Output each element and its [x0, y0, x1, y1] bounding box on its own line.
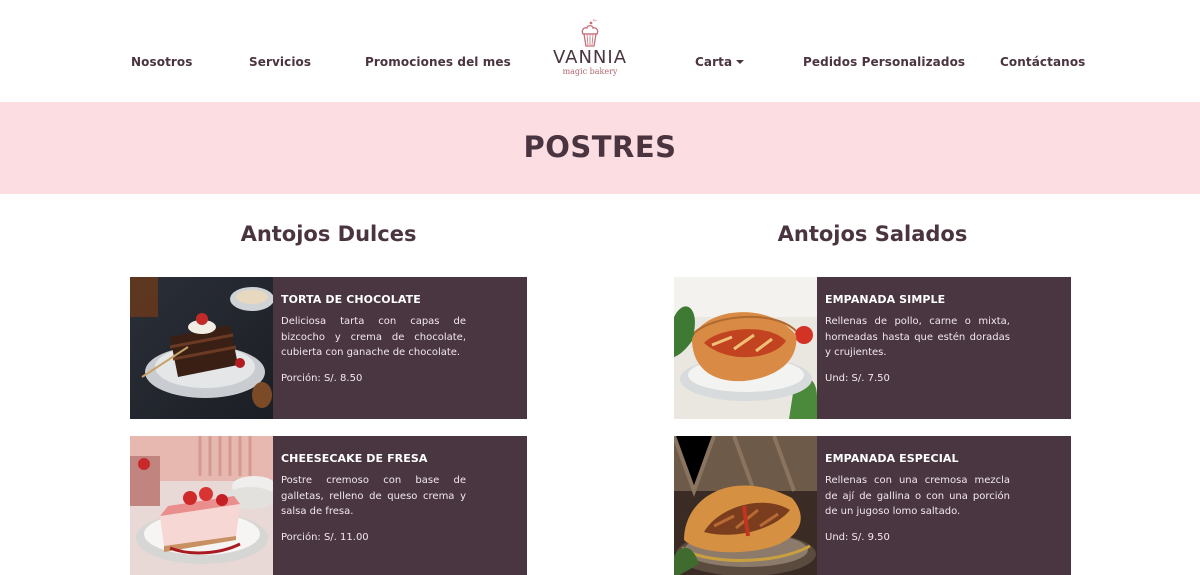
product-card[interactable]: CHEESECAKE DE FRESA Postre cremoso con b… — [130, 436, 527, 575]
card-price: Und: S/. 9.50 — [825, 531, 890, 543]
page-title: POSTRES — [523, 130, 677, 164]
card-description: Deliciosa tarta con capas de bizcocho y … — [281, 316, 466, 358]
card-description: Rellenas con una cremosa mezcla de ají d… — [825, 475, 1010, 517]
card-title: EMPANADA SIMPLE — [825, 293, 946, 306]
section-heading-dulces: Antojos Dulces — [240, 222, 417, 246]
nav-link-servicios[interactable]: Servicios — [249, 55, 311, 69]
nav-link-contactanos[interactable]: Contáctanos — [1000, 55, 1085, 69]
product-image — [130, 436, 273, 575]
card-description: Postre cremoso con base de galletas, rel… — [281, 475, 466, 517]
nav-link-nosotros[interactable]: Nosotros — [131, 55, 193, 69]
cupcake-icon — [581, 18, 599, 47]
card-title: EMPANADA ESPECIAL — [825, 452, 959, 465]
card-body: CHEESECAKE DE FRESA Postre cremoso con b… — [281, 452, 509, 543]
navbar: Nosotros Servicios Promociones del mes V… — [0, 0, 1200, 102]
card-body: TORTA DE CHOCOLATE Deliciosa tarta con c… — [281, 293, 509, 384]
card-price: Porción: S/. 11.00 — [281, 531, 369, 543]
logo-name: VANNIA — [552, 47, 628, 68]
card-price: Und: S/. 7.50 — [825, 372, 890, 384]
product-image — [674, 277, 817, 419]
product-card[interactable]: TORTA DE CHOCOLATE Deliciosa tarta con c… — [130, 277, 527, 419]
card-description: Rellenas de pollo, carne o mixta, hornea… — [825, 316, 1010, 358]
caret-down-icon — [736, 60, 745, 64]
product-card[interactable]: EMPANADA SIMPLE Rellenas de pollo, carne… — [674, 277, 1071, 419]
nav-link-carta-label: Carta — [695, 55, 733, 69]
nav-link-promociones[interactable]: Promociones del mes — [365, 55, 511, 69]
card-body: EMPANADA SIMPLE Rellenas de pollo, carne… — [825, 293, 1053, 384]
card-body: EMPANADA ESPECIAL Rellenas con una cremo… — [825, 452, 1053, 543]
product-image — [130, 277, 273, 419]
nav-link-pedidos[interactable]: Pedidos Personalizados — [803, 55, 965, 69]
brand-logo[interactable]: VANNIA magic bakery — [540, 18, 640, 84]
section-heading-salados: Antojos Salados — [777, 222, 968, 246]
card-price: Porción: S/. 8.50 — [281, 372, 363, 384]
page-banner: POSTRES — [0, 102, 1200, 194]
logo-tagline: magic bakery — [562, 67, 618, 76]
product-card[interactable]: EMPANADA ESPECIAL Rellenas con una cremo… — [674, 436, 1071, 575]
nav-link-carta[interactable]: Carta — [695, 55, 745, 69]
card-title: TORTA DE CHOCOLATE — [281, 293, 421, 306]
product-image — [674, 436, 817, 575]
card-title: CHEESECAKE DE FRESA — [281, 452, 428, 465]
